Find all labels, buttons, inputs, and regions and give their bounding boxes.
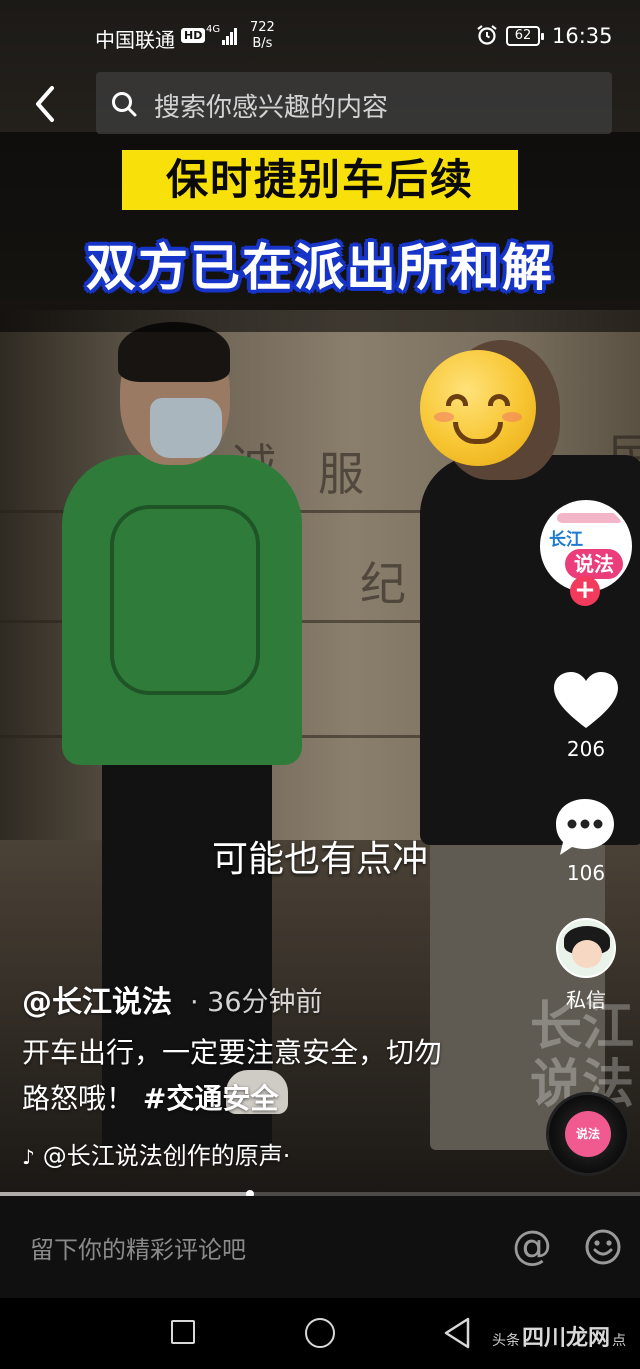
post-time: · 36分钟前 [190, 987, 323, 1018]
nav-back-icon[interactable] [442, 1316, 472, 1350]
alarm-icon [477, 25, 497, 45]
emoji-icon[interactable] [584, 1228, 622, 1266]
search-icon [112, 92, 137, 117]
video-subtitle: 可能也有点冲 [211, 839, 428, 880]
wall-engraving: 服 [318, 447, 364, 501]
video-title-line1: 保时捷别车后续 [122, 150, 518, 210]
home-button[interactable] [305, 1318, 335, 1348]
sweater-pattern [110, 505, 260, 695]
heart-icon[interactable] [552, 670, 620, 732]
direct-message-label[interactable]: 私信 [556, 984, 616, 1013]
battery-icon: 62 [506, 26, 544, 46]
like-count: 206 [566, 737, 606, 761]
watermark-brand: 头条四川龙网点 [492, 1325, 627, 1351]
music-disc-icon[interactable]: 说法 [546, 1092, 630, 1176]
face-mask [150, 398, 222, 458]
hashtag-link[interactable]: #交通安全 [143, 1082, 278, 1115]
carrier-name: 中国联通 [95, 28, 175, 52]
signal-icon [222, 26, 238, 45]
search-input[interactable]: 搜索你感兴趣的内容 [96, 72, 612, 134]
post-description: 开车出行，一定要注意安全，切勿路怒哦！ #交通安全 [22, 1036, 443, 1115]
net-speed: 722 B/s [250, 20, 275, 51]
comment-input[interactable]: 留下你的精彩评论吧 [30, 1230, 246, 1265]
comment-count: 106 [566, 861, 606, 885]
status-time: 16:35 [552, 24, 613, 48]
message-avatar-icon[interactable] [556, 918, 616, 978]
music-note-icon: ♪ [22, 1145, 35, 1169]
mention-icon[interactable]: @ [512, 1224, 552, 1268]
follow-button[interactable]: + [570, 576, 600, 606]
video-title-line2: 双方已在派出所和解 [86, 239, 554, 297]
search-placeholder: 搜索你感兴趣的内容 [154, 93, 389, 123]
comment-bar: 留下你的精彩评论吧 @ [0, 1196, 640, 1298]
hd-badge: HD [181, 28, 206, 43]
comment-icon[interactable] [552, 795, 618, 861]
recent-apps-button[interactable] [171, 1320, 195, 1344]
wall-engraving: 纪 [360, 557, 406, 611]
network-type: 4G [206, 24, 221, 35]
back-arrow-icon[interactable] [28, 84, 64, 124]
author-name[interactable]: @长江说法 [22, 977, 172, 1021]
music-link[interactable]: ♪ @长江说法创作的原声· [22, 1136, 290, 1171]
status-bar: 中国联通 HD 4G 722 B/s 62 16:35 [0, 0, 640, 72]
smile-emoji-sticker [420, 350, 536, 466]
system-nav-bar: 头条四川龙网点 [0, 1298, 640, 1369]
